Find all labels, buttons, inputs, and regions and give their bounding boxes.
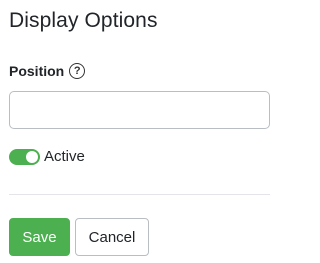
cancel-button[interactable]: Cancel [75, 218, 149, 256]
divider [9, 194, 270, 195]
position-label: Position ? [9, 63, 86, 79]
active-toggle-row[interactable]: Active [9, 148, 85, 165]
panel-title: Display Options [9, 9, 158, 32]
toggle-knob [26, 150, 38, 163]
position-input[interactable] [9, 91, 270, 129]
active-toggle-switch[interactable] [9, 148, 40, 165]
save-button[interactable]: Save [9, 218, 70, 256]
display-options-panel: Display Options Position ? Active Save C… [0, 0, 279, 263]
active-toggle-label[interactable]: Active [44, 148, 85, 165]
question-circle-icon[interactable]: ? [69, 63, 86, 79]
position-label-text: Position [9, 63, 65, 79]
